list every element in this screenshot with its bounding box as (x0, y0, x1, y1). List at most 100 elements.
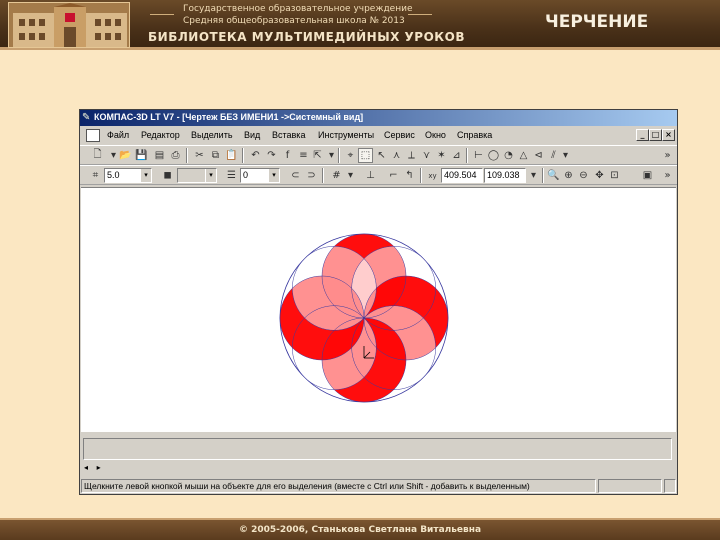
zoom-in-icon[interactable]: ⊕ (561, 168, 576, 183)
measure-icon[interactable]: ⊿ (449, 148, 464, 163)
save-icon[interactable]: 💾 (134, 148, 149, 163)
horizontal-scroll[interactable]: ◂ ▸ (84, 463, 164, 473)
pinwheel-drawing (279, 233, 449, 403)
window-title: КОМПАС-3D LT V7 - [Чертеж БЕЗ ИМЕНИ1 ->С… (94, 112, 364, 122)
layer-field[interactable]: 0 ▾ (240, 168, 280, 183)
zoom-window-icon[interactable]: 🔍 (546, 168, 561, 183)
scroll-right-arrow[interactable]: ▸ (97, 463, 101, 472)
mdi-maximize-button[interactable]: □ (649, 129, 662, 141)
current-state-toolbar: ⌗ 5.0 ▾ ◼ ▾ ☰ 0 ▾ ⊂ ⊃ # ▾ ⊥ ⌐ ↰ xy 409.5… (80, 165, 677, 185)
mdi-close-button[interactable]: × (662, 129, 675, 141)
standard-toolbar: 🗋 ▾ 📂 💾 ▤ ⎙ ✂ ⧉ 📋 ↶ ↷ f ≡ ⇱ ▾ ⌖ ⬚ ↖ ⋏ ⟂ … (80, 145, 677, 165)
edit-geometry-icon[interactable]: ✶ (434, 148, 449, 163)
dropdown-arrow-icon[interactable]: ▾ (526, 168, 541, 183)
paste-icon[interactable]: 📋 (224, 148, 239, 163)
local-cs-icon[interactable]: ⊥ (363, 168, 378, 183)
dropdown-arrow-icon[interactable]: ▾ (343, 168, 358, 183)
copyright-text: © 2005-2006, Станькова Светлана Витальев… (238, 525, 482, 535)
dropdown-arrow-icon[interactable]: ▾ (558, 148, 573, 163)
menu-view[interactable]: Вид (244, 130, 260, 140)
menu-help[interactable]: Справка (457, 130, 492, 140)
zoom-out-icon[interactable]: ⊖ (576, 168, 591, 183)
slide-header: Государственное образовательное учрежден… (0, 0, 720, 50)
variables-icon[interactable]: ≡ (296, 148, 311, 163)
cut-icon[interactable]: ✂ (192, 148, 207, 163)
grid-step-icon[interactable]: ⌗ (88, 168, 103, 183)
line-step-value: 5.0 (107, 170, 120, 180)
dropdown-arrow-icon[interactable]: ▾ (140, 169, 151, 182)
dimension-line-icon[interactable]: ⊢ (471, 148, 486, 163)
ortho-icon[interactable]: ⌐ (386, 168, 401, 183)
open-folder-icon[interactable]: 📂 (118, 148, 133, 163)
institution-line-2: Средняя общеобразовательная школа № 2013 (183, 16, 405, 26)
toolbar-separator (322, 168, 324, 183)
round-icon[interactable]: ↰ (402, 168, 417, 183)
dropdown-arrow-icon[interactable]: ▾ (324, 148, 339, 163)
copy-icon[interactable]: ⧉ (208, 148, 223, 163)
pan-icon[interactable]: ✥ (592, 168, 607, 183)
window-titlebar[interactable]: ✎ КОМПАС-3D LT V7 - [Чертеж БЕЗ ИМЕНИ1 -… (80, 110, 677, 126)
subject-title: ЧЕРЧЕНИЕ (545, 12, 649, 32)
menu-edit[interactable]: Редактор (141, 130, 180, 140)
toolbar-separator (542, 168, 544, 183)
snap-magnet-icon[interactable]: ⊃ (304, 168, 319, 183)
refresh-icon[interactable]: ▣ (640, 168, 655, 183)
geometry-icon[interactable]: ⋏ (389, 148, 404, 163)
dimensions-icon[interactable]: ⟂ (404, 148, 419, 163)
toolbar-separator (242, 148, 244, 163)
line-step-field[interactable]: 5.0 ▾ (104, 168, 152, 183)
menu-service[interactable]: Сервис (384, 130, 415, 140)
print-preview-icon[interactable]: ▤ (152, 148, 167, 163)
toolbar-overflow-icon[interactable]: » (660, 148, 675, 163)
help-pointer-icon[interactable]: ⇱ (310, 148, 325, 163)
triangle-tool-icon[interactable]: △ (516, 148, 531, 163)
menu-file[interactable]: Файл (107, 130, 129, 140)
status-message: Щелкните левой кнопкой мыши на объекте д… (81, 479, 596, 493)
undo-icon[interactable]: ↶ (248, 148, 263, 163)
show-all-icon[interactable]: ⊡ (607, 168, 622, 183)
document-icon[interactable] (86, 129, 100, 142)
annotation-icon[interactable]: ⋎ (419, 148, 434, 163)
menu-insert[interactable]: Вставка (272, 130, 305, 140)
dropdown-arrow-icon: ▾ (205, 169, 216, 182)
toolbar-separator (466, 148, 468, 163)
arc-tool-icon[interactable]: ◔ (501, 148, 516, 163)
print-icon[interactable]: ⎙ (168, 148, 183, 163)
new-document-icon[interactable]: 🗋 (90, 148, 105, 163)
layer-value: 0 (243, 170, 249, 180)
coord-y-field[interactable]: 109.038 (484, 168, 526, 183)
scroll-left-arrow[interactable]: ◂ (84, 463, 88, 472)
hatch-icon[interactable]: ⊲ (531, 148, 546, 163)
function-icon[interactable]: f (280, 148, 295, 163)
magnet-icon[interactable]: ⊂ (288, 168, 303, 183)
library-title: БИБЛИОТЕКА МУЛЬТИМЕДИЙНЫХ УРОКОВ (148, 30, 465, 44)
header-decor-line (150, 14, 174, 15)
toolbar-separator (338, 148, 340, 163)
kompas-window: ✎ КОМПАС-3D LT V7 - [Чертеж БЕЗ ИМЕНИ1 -… (79, 109, 678, 495)
toolbar-overflow-icon[interactable]: » (660, 168, 675, 183)
menu-tools[interactable]: Инструменты (318, 130, 374, 140)
slide-footer: © 2005-2006, Станькова Светлана Витальев… (0, 518, 720, 540)
grid-icon[interactable]: # (329, 168, 344, 183)
style-icon[interactable]: ◼ (160, 168, 175, 183)
menu-select[interactable]: Выделить (191, 130, 233, 140)
menubar: Файл Редактор Выделить Вид Вставка Инстр… (80, 127, 677, 145)
toolbar-separator (186, 148, 188, 163)
menu-window[interactable]: Окно (425, 130, 446, 140)
school-building-image (8, 2, 130, 48)
dropdown-arrow-icon[interactable]: ▾ (268, 169, 279, 182)
select-window-icon[interactable]: ⬚ (358, 148, 373, 163)
drawing-canvas[interactable] (81, 187, 676, 432)
layers-icon[interactable]: ☰ (224, 168, 239, 183)
kompas-app-icon: ✎ (82, 112, 91, 123)
toolbar-separator (420, 168, 422, 183)
header-decor-line (408, 14, 432, 15)
status-cell (664, 479, 676, 493)
circle-tool-icon[interactable]: ◯ (486, 148, 501, 163)
mdi-minimize-button[interactable]: _ (636, 129, 649, 141)
redo-icon[interactable]: ↷ (264, 148, 279, 163)
status-cell (598, 479, 662, 493)
coord-x-field[interactable]: 409.504 (441, 168, 483, 183)
snap-point-icon[interactable]: ⌖ (343, 148, 358, 163)
select-arrow-icon[interactable]: ↖ (374, 148, 389, 163)
